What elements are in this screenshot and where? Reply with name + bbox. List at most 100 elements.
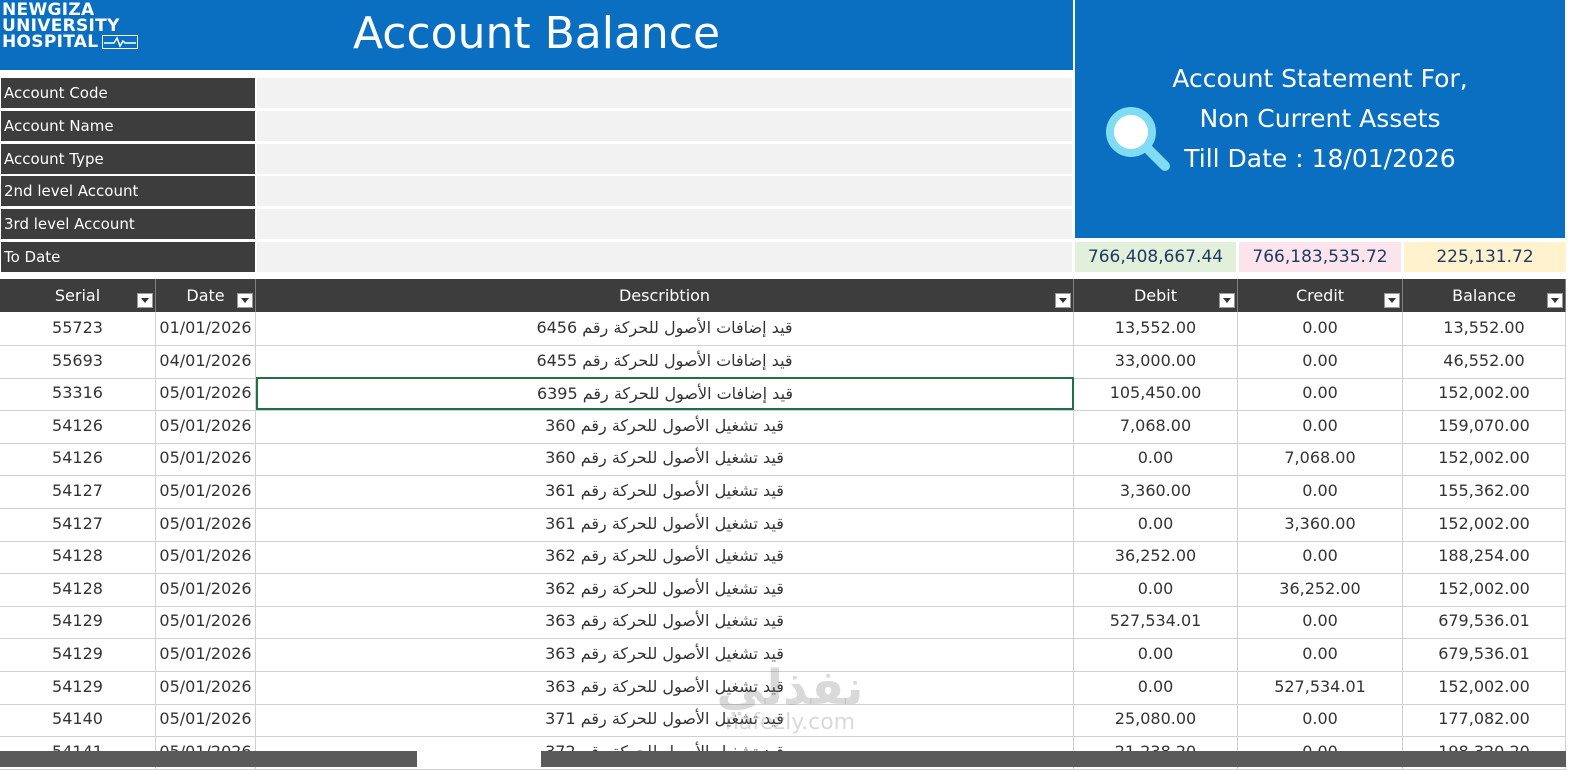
table-row[interactable]: 53316 05/01/2026 قيد إضافات الأصول للحركة … [0,377,1566,412]
balance-cell[interactable]: 152,002.00 [1403,670,1566,704]
description-cell[interactable]: قيد إضافات الأصول للحركة رقم 6455 [256,344,1074,378]
column-header-serial[interactable]: Serial [0,279,156,312]
balance-cell[interactable]: 152,002.00 [1403,572,1566,606]
date-cell[interactable]: 05/01/2026 [156,670,256,704]
table-row[interactable]: 54129 05/01/2026 قيد تشغيل الأصول للحركة ر… [0,605,1566,640]
balance-cell[interactable]: 13,552.00 [1403,312,1566,345]
debit-cell[interactable]: 527,534.01 [1074,605,1238,639]
table-row[interactable]: 55693 04/01/2026 قيد إضافات الأصول للحركة … [0,344,1566,379]
filter-dropdown-icon[interactable] [237,293,253,308]
date-cell[interactable]: 05/01/2026 [156,377,256,411]
column-header-date[interactable]: Date [156,279,256,312]
debit-cell[interactable]: 0.00 [1074,572,1238,606]
credit-cell[interactable]: 0.00 [1238,638,1403,671]
description-cell[interactable]: قيد تشغيل الأصول للحركة رقم 362 [256,572,1074,606]
balance-cell[interactable]: 679,536.01 [1403,638,1566,671]
date-cell[interactable]: 05/01/2026 [156,442,256,476]
filter-dropdown-icon[interactable] [1219,293,1235,308]
serial-cell[interactable]: 54128 [0,540,156,574]
serial-cell[interactable]: 54129 [0,670,156,704]
credit-cell[interactable]: 527,534.01 [1238,670,1403,704]
debit-cell[interactable]: 33,000.00 [1074,344,1238,378]
table-row[interactable]: 54128 05/01/2026 قيد تشغيل الأصول للحركة ر… [0,540,1566,575]
balance-cell[interactable]: 188,254.00 [1403,540,1566,574]
filter-dropdown-icon[interactable] [1384,293,1400,308]
credit-cell[interactable]: 0.00 [1238,312,1403,345]
filter-dropdown-icon[interactable] [1547,293,1563,308]
serial-cell[interactable]: 54127 [0,475,156,508]
balance-cell[interactable]: 177,082.00 [1403,703,1566,737]
balance-cell[interactable]: 152,002.00 [1403,377,1566,411]
balance-cell[interactable]: 155,362.00 [1403,475,1566,508]
debit-cell[interactable]: 0.00 [1074,442,1238,476]
serial-cell[interactable]: 54129 [0,638,156,671]
credit-cell[interactable]: 0.00 [1238,475,1403,508]
date-cell[interactable]: 05/01/2026 [156,605,256,639]
credit-cell[interactable]: 0.00 [1238,344,1403,378]
date-cell[interactable]: 05/01/2026 [156,540,256,574]
selected-cell[interactable]: قيد إضافات الأصول للحركة رقم 6395 [256,377,1074,411]
table-row[interactable]: 54129 05/01/2026 قيد تشغيل الأصول للحركة ر… [0,670,1566,705]
debit-cell[interactable]: 0.00 [1074,670,1238,704]
horizontal-scrollbar[interactable] [541,751,1566,767]
credit-cell[interactable]: 0.00 [1238,377,1403,411]
table-row[interactable]: 54140 05/01/2026 قيد تشغيل الأصول للحركة ر… [0,703,1566,738]
column-header-credit[interactable]: Credit [1238,279,1403,312]
filter-dropdown-icon[interactable] [137,293,153,308]
second-level-account-field[interactable] [257,176,1072,206]
serial-cell[interactable]: 54127 [0,507,156,541]
serial-cell[interactable]: 55723 [0,312,156,345]
debit-cell[interactable]: 13,552.00 [1074,312,1238,345]
description-cell[interactable]: قيد تشغيل الأصول للحركة رقم 360 [256,442,1074,476]
to-date-field[interactable] [257,242,1072,272]
debit-cell[interactable]: 25,080.00 [1074,703,1238,737]
description-cell[interactable]: قيد تشغيل الأصول للحركة رقم 363 [256,638,1074,671]
serial-cell[interactable]: 54140 [0,703,156,737]
date-cell[interactable]: 05/01/2026 [156,507,256,541]
sheet-tabs-bar[interactable] [0,751,417,767]
debit-cell[interactable]: 3,360.00 [1074,475,1238,508]
date-cell[interactable]: 01/01/2026 [156,312,256,345]
debit-cell[interactable]: 0.00 [1074,507,1238,541]
serial-cell[interactable]: 53316 [0,377,156,411]
date-cell[interactable]: 05/01/2026 [156,409,256,443]
column-header-balance[interactable]: Balance [1403,279,1566,312]
table-row[interactable]: 54126 05/01/2026 قيد تشغيل الأصول للحركة ر… [0,409,1566,444]
credit-cell[interactable]: 36,252.00 [1238,572,1403,606]
account-type-field[interactable] [257,144,1072,174]
table-row[interactable]: 54129 05/01/2026 قيد تشغيل الأصول للحركة ر… [0,638,1566,672]
table-row[interactable]: 54127 05/01/2026 قيد تشغيل الأصول للحركة ر… [0,475,1566,509]
description-cell[interactable]: قيد تشغيل الأصول للحركة رقم 362 [256,540,1074,574]
serial-cell[interactable]: 54128 [0,572,156,606]
credit-cell[interactable]: 3,360.00 [1238,507,1403,541]
debit-cell[interactable]: 105,450.00 [1074,377,1238,411]
balance-cell[interactable]: 152,002.00 [1403,507,1566,541]
credit-cell[interactable]: 0.00 [1238,409,1403,443]
table-row[interactable]: 54126 05/01/2026 قيد تشغيل الأصول للحركة ر… [0,442,1566,477]
debit-cell[interactable]: 36,252.00 [1074,540,1238,574]
description-cell[interactable]: قيد إضافات الأصول للحركة رقم 6456 [256,312,1074,345]
description-cell[interactable]: قيد تشغيل الأصول للحركة رقم 361 [256,475,1074,508]
table-row[interactable]: 54128 05/01/2026 قيد تشغيل الأصول للحركة ر… [0,572,1566,607]
serial-cell[interactable]: 54126 [0,409,156,443]
date-cell[interactable]: 05/01/2026 [156,703,256,737]
description-cell[interactable]: قيد تشغيل الأصول للحركة رقم 363 [256,670,1074,704]
account-name-field[interactable] [257,111,1072,141]
description-cell[interactable]: قيد تشغيل الأصول للحركة رقم 363 [256,605,1074,639]
table-row[interactable]: 55723 01/01/2026 قيد إضافات الأصول للحركة … [0,312,1566,346]
account-code-field[interactable] [257,78,1072,108]
date-cell[interactable]: 05/01/2026 [156,638,256,671]
balance-cell[interactable]: 679,536.01 [1403,605,1566,639]
date-cell[interactable]: 05/01/2026 [156,572,256,606]
serial-cell[interactable]: 54129 [0,605,156,639]
balance-cell[interactable]: 159,070.00 [1403,409,1566,443]
credit-cell[interactable]: 7,068.00 [1238,442,1403,476]
credit-cell[interactable]: 0.00 [1238,605,1403,639]
serial-cell[interactable]: 55693 [0,344,156,378]
description-cell[interactable]: قيد تشغيل الأصول للحركة رقم 361 [256,507,1074,541]
filter-dropdown-icon[interactable] [1055,293,1071,308]
credit-cell[interactable]: 0.00 [1238,703,1403,737]
column-header-debit[interactable]: Debit [1074,279,1238,312]
balance-cell[interactable]: 46,552.00 [1403,344,1566,378]
serial-cell[interactable]: 54126 [0,442,156,476]
